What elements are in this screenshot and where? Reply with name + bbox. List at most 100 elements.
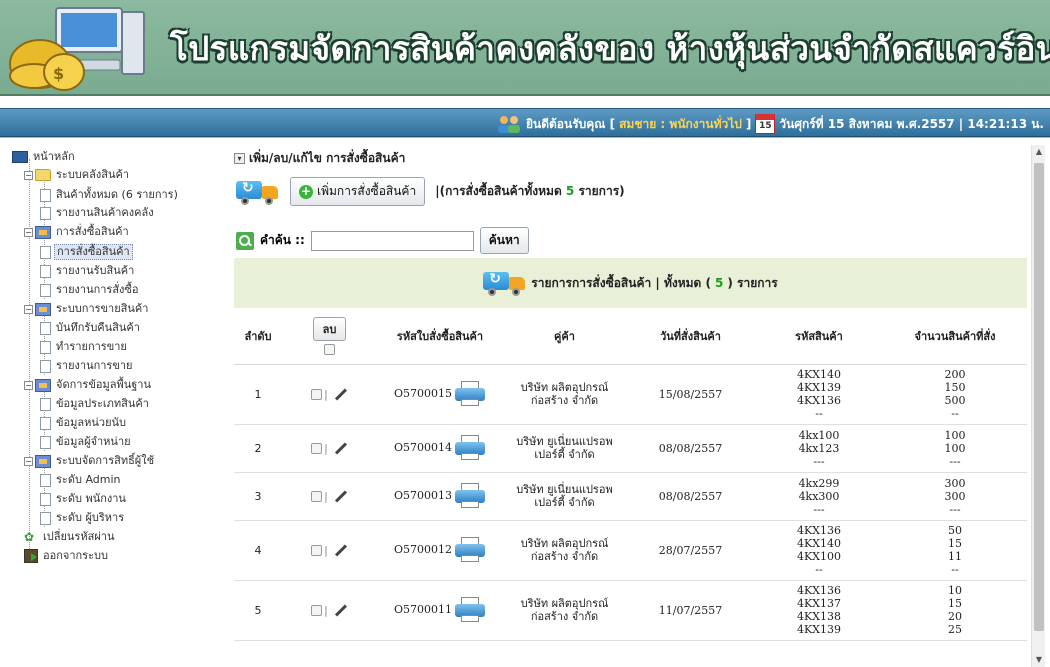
collapse-icon[interactable]: −	[24, 227, 33, 237]
quantity: 300	[944, 476, 966, 490]
sidebar-item-label: หน้าหลัก	[33, 150, 75, 163]
computer-coins-logo-icon: $	[9, 7, 145, 91]
sidebar-item-change-password[interactable]: ✿ เปลี่ยนรหัสผ่าน	[24, 529, 116, 545]
sidebar-item-label: ข้อมูลหน่วยนับ	[56, 416, 127, 429]
row-products: 4KX136 4KX140 4KX100 --	[755, 520, 883, 581]
printer-icon[interactable]	[454, 537, 486, 563]
sidebar-group-purchasing[interactable]: − การสั่งซื้อสินค้า	[24, 224, 131, 240]
sidebar-item-suppliers[interactable]: ข้อมูลผู้จำหน่าย	[40, 434, 133, 450]
scrollbar-thumb[interactable]	[1034, 163, 1044, 631]
sidebar-group-sales[interactable]: − ระบบการขายสินค้า	[24, 301, 150, 317]
sidebar-group-label: ระบบการขายสินค้า	[56, 302, 149, 315]
count-suffix: รายการ)	[578, 184, 625, 198]
product-code: 4kx299	[798, 476, 840, 490]
delete-selected-button[interactable]: ลบ	[312, 316, 347, 341]
sidebar-group-permissions[interactable]: − ระบบจัดการสิทธิ์ผู้ใช้	[24, 453, 156, 469]
row-partner: บริษัท ยูเนี่ยนแปรอพ เปอร์ตี้ จำกัด	[503, 472, 626, 521]
sidebar-group-warehouse[interactable]: − ระบบคลังสินค้า	[24, 167, 131, 183]
sidebar-item-logout[interactable]: ออกจากระบบ	[24, 548, 110, 564]
partner-line: ก่อสร้าง จำกัด	[530, 550, 599, 563]
welcome-suffix: ]	[745, 117, 752, 131]
table-row: 5 | O5700011 บริษัท ผลิตอุปกรณ์ ก่อสร้าง …	[234, 580, 1027, 641]
row-no: 4	[234, 520, 282, 581]
printer-icon[interactable]	[454, 483, 486, 509]
sidebar-item-all-products[interactable]: สินค้าทั้งหมด (6 รายการ)	[40, 187, 180, 203]
collapse-icon[interactable]: −	[24, 380, 33, 390]
sidebar-item-receive-report[interactable]: รายงานรับสินค้า	[40, 263, 136, 279]
row-checkbox[interactable]	[311, 443, 323, 454]
select-all-checkbox[interactable]	[324, 343, 335, 355]
sidebar-item-home[interactable]: หน้าหลัก	[12, 149, 77, 165]
row-checkbox[interactable]	[311, 389, 323, 400]
scroll-down-icon[interactable]: ▼	[1032, 653, 1046, 667]
order-id: O5700012	[393, 543, 452, 556]
quantity: 200	[944, 368, 966, 381]
product-code: 4KX140	[796, 537, 842, 550]
row-partner: บริษัท ผลิตอุปกรณ์ ก่อสร้าง จำกัด	[503, 520, 626, 581]
row-checkbox[interactable]	[311, 545, 323, 556]
sidebar-item-sales-report[interactable]: รายงานการขาย	[40, 358, 134, 374]
table-row: 4 | O5700012 บริษัท ผลิตอุปกรณ์ ก่อสร้าง …	[234, 520, 1027, 581]
current-datetime: วันศุกร์ที่ 15 สิงหาคม พ.ศ.2557 | 14:21:…	[779, 116, 1044, 131]
row-checkbox[interactable]	[311, 491, 323, 502]
sidebar-item-stock-report[interactable]: รายงานสินค้าคงคลัง	[40, 205, 156, 221]
row-order-id-cell: O5700011	[377, 580, 503, 641]
sidebar-item-product-types[interactable]: ข้อมูลประเภทสินค้า	[40, 396, 151, 412]
row-quantities: 100 100 ---	[883, 424, 1027, 473]
sidebar-group-master-data[interactable]: − จัดการข้อมูลพื้นฐาน	[24, 377, 153, 393]
purchase-orders-table: ลำดับ ลบ รหัสใบสั่งซื้อสินค้า คู่ค้า วัน…	[234, 308, 1027, 641]
column-header-qty: จำนวนสินค้าที่สั่ง	[883, 308, 1027, 365]
product-code: 4KX138	[796, 610, 842, 623]
edit-pencil-icon[interactable]	[334, 388, 347, 401]
row-date: 28/07/2557	[626, 520, 755, 581]
header-banner: $ โปรแกรมจัดการสินค้าคงคลังของ ห้างหุ้นส…	[0, 0, 1050, 96]
edit-pencil-icon[interactable]	[334, 604, 347, 617]
product-code: 4KX139	[796, 623, 842, 636]
sidebar-item-purchase-orders[interactable]: การสั่งซื้อสินค้า	[40, 244, 133, 260]
collapse-icon[interactable]: −	[24, 170, 33, 180]
collapse-icon[interactable]: −	[24, 456, 33, 466]
row-order-id-cell: O5700015	[377, 364, 503, 425]
row-products: 4kx100 4kx123 ---	[755, 424, 883, 473]
expand-down-icon[interactable]: ▾	[234, 153, 245, 164]
sidebar-item-staff-level[interactable]: ระดับ พนักงาน	[40, 491, 128, 507]
row-partner: บริษัท ผลิตอุปกรณ์ ก่อสร้าง จำกัด	[503, 580, 626, 641]
row-checkbox[interactable]	[311, 605, 323, 616]
sidebar-item-executive-level[interactable]: ระดับ ผู้บริหาร	[40, 510, 126, 526]
scroll-up-icon[interactable]: ▲	[1032, 145, 1046, 159]
sidebar-item-make-sale[interactable]: ทำรายการขาย	[40, 339, 129, 355]
row-partner: บริษัท ยูเนี่ยนแปรอพ เปอร์ตี้ จำกัด	[503, 424, 626, 473]
printer-icon[interactable]	[454, 381, 486, 407]
sidebar-item-units[interactable]: ข้อมูลหน่วยนับ	[40, 415, 128, 431]
product-code: 4KX139	[796, 381, 842, 394]
quantity: 300	[944, 489, 966, 503]
row-partner: บริษัท ผลิตอุปกรณ์ ก่อสร้าง จำกัด	[503, 364, 626, 425]
sidebar-tree: หน้าหลัก − ระบบคลังสินค้า สินค้าทั้งหมด …	[12, 143, 222, 667]
printer-icon[interactable]	[454, 597, 486, 623]
edit-pencil-icon[interactable]	[334, 544, 347, 557]
vertical-scrollbar[interactable]: ▲ ▼	[1031, 145, 1045, 667]
add-purchase-order-button[interactable]: + เพิ่มการสั่งซื้อสินค้า	[290, 177, 426, 206]
sidebar-item-label: เปลี่ยนรหัสผ่าน	[43, 530, 115, 543]
edit-pencil-icon[interactable]	[334, 442, 347, 455]
search-button[interactable]: ค้นหา	[479, 227, 529, 254]
status-bar: ยินดีต้อนรับคุณ [ สมชาย : พนักงานทั่วไป …	[0, 108, 1050, 137]
edit-pencil-icon[interactable]	[334, 490, 347, 503]
sidebar-item-returns[interactable]: บันทึกรับคืนสินค้า	[40, 320, 142, 336]
delivery-truck-icon	[483, 270, 527, 296]
table-row: 3 | O5700013 บริษัท ยูเนี่ยนแปรอพ เปอร์ตี…	[234, 472, 1027, 521]
users-icon	[497, 116, 520, 133]
order-id: O5700015	[393, 387, 452, 400]
document-icon	[40, 416, 51, 430]
module-window-icon	[35, 302, 51, 316]
search-input[interactable]	[310, 230, 474, 251]
sidebar-item-order-report[interactable]: รายงานการสั่งซื้อ	[40, 282, 141, 298]
search-label: คำค้น ::	[260, 233, 305, 247]
printer-icon[interactable]	[454, 435, 486, 461]
breadcrumb: ▾ เพิ่ม/ลบ/แก้ไข การสั่งซื้อสินค้า	[234, 149, 405, 168]
collapse-icon[interactable]: −	[24, 304, 33, 314]
quantity: 10	[948, 584, 962, 597]
sidebar-item-admin-level[interactable]: ระดับ Admin	[40, 472, 123, 488]
row-date: 15/08/2557	[626, 364, 755, 425]
panel-suffix: ) รายการ	[727, 275, 778, 290]
